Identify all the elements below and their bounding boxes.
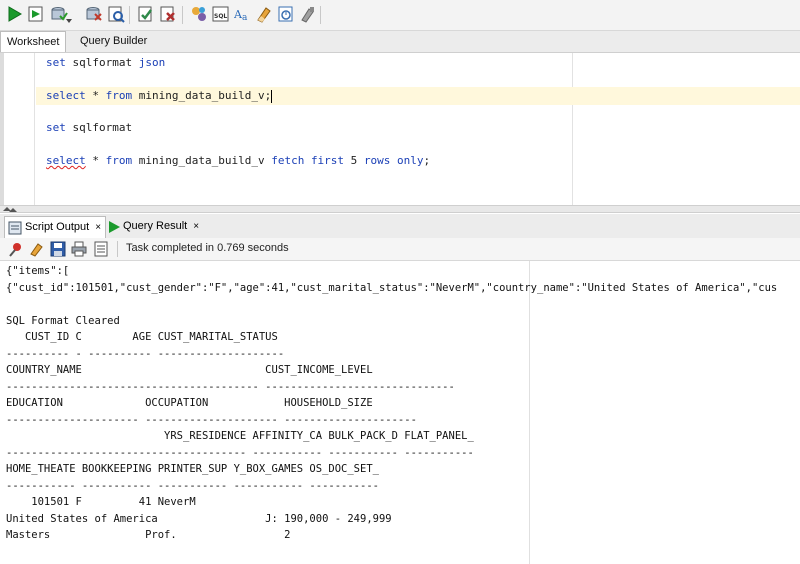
close-icon[interactable]: × [193, 221, 199, 232]
output-line: ---------- - ---------- ----------------… [6, 347, 285, 360]
tab-query-builder[interactable]: Query Builder [74, 31, 153, 51]
output-line: ----------- ----------- ----------- ----… [6, 479, 379, 492]
svg-text:a: a [242, 13, 248, 23]
print-icon[interactable] [71, 241, 87, 257]
output-line: -------------------------------------- -… [6, 446, 474, 459]
output-line: COUNTRY_NAME CUST_INCOME_LEVEL [6, 364, 373, 376]
code-text: * [85, 89, 106, 102]
output-line: 101501 F 41 NeverM [6, 496, 196, 508]
autotrace-icon[interactable] [137, 5, 155, 23]
pin-icon[interactable] [8, 241, 24, 257]
eraser-icon[interactable] [29, 241, 45, 257]
highlight-icon[interactable] [299, 5, 317, 23]
save-icon[interactable] [50, 241, 66, 257]
keyword: from [105, 154, 133, 167]
run-statement-icon[interactable] [6, 5, 24, 23]
output-line: {"cust_id":101501,"cust_gender":"F","age… [6, 281, 778, 294]
output-line: Masters Prof. 2 [6, 529, 291, 541]
main-toolbar: SQL Aa [0, 0, 800, 31]
code-text: 5 [344, 154, 364, 167]
text-cursor [271, 89, 273, 103]
code-text: mining_data_build_v [132, 154, 272, 167]
code-line-2[interactable]: select * from mining_data_build_v; [46, 88, 273, 104]
code-line-3[interactable]: set sqlformat [46, 120, 132, 136]
eraser-icon[interactable] [255, 5, 273, 23]
to-upper-icon[interactable]: Aa [233, 5, 252, 23]
output-line: SQL Format Cleared [6, 314, 120, 327]
code-text: sqlformat [65, 121, 133, 134]
tab-script-output[interactable]: Script Output × [4, 216, 107, 238]
tab-label: Script Output [25, 221, 90, 233]
sql-format-icon[interactable]: SQL [212, 5, 230, 23]
keyword: rows only [363, 154, 424, 167]
output-line: EDUCATION OCCUPATION HOUSEHOLD_SIZE [6, 397, 373, 409]
output-tab-bar: Script Output × Query Result × [0, 214, 800, 238]
history-icon[interactable] [277, 5, 295, 23]
keyword: select [46, 89, 86, 102]
tab-query-result[interactable]: Query Result × [103, 216, 203, 237]
tab-label: Query Result [123, 220, 188, 232]
rollback-icon[interactable] [85, 5, 103, 23]
code-text: ; [423, 154, 431, 167]
code-text: * [85, 154, 106, 167]
toolbar-separator [129, 6, 130, 24]
run-icon [109, 221, 120, 233]
code-line-4[interactable]: select * from mining_data_build_v fetch … [46, 153, 430, 169]
code-text: mining_data_build_v; [132, 89, 272, 102]
dropdown-arrow-icon[interactable] [66, 9, 72, 23]
keyword: from [105, 89, 133, 102]
worksheet-tab-bar: Worksheet Query Builder [0, 31, 800, 53]
output-line: {"items":[ [6, 265, 70, 277]
code-line-1[interactable]: set sqlformat json [46, 55, 165, 71]
output-line: CUST_ID C AGE CUST_MARITAL_STATUS [6, 331, 278, 343]
script-output-icon [8, 221, 22, 235]
explain-plan-icon[interactable] [107, 5, 125, 23]
code-text: sqlformat [65, 56, 139, 69]
keyword: fetch first [271, 154, 345, 167]
clear-icon[interactable] [159, 5, 177, 23]
sql-editor[interactable]: set sqlformat json select * from mining_… [0, 53, 800, 205]
output-column-guide [529, 261, 530, 564]
keyword: json [138, 56, 166, 69]
output-line: ----------------------------------------… [6, 380, 455, 393]
keyword: set [46, 121, 66, 134]
tab-worksheet[interactable]: Worksheet [0, 31, 67, 52]
output-line: YRS_RESIDENCE AFFINITY_CA BULK_PACK_D FL… [6, 430, 474, 442]
output-line: United States of America J: 190,000 - 24… [6, 512, 392, 525]
output-toolbar: Task completed in 0.769 seconds [0, 238, 800, 261]
script-output-pane[interactable]: {"items":[ {"cust_id":101501,"cust_gender… [0, 261, 800, 564]
run-script-icon[interactable] [27, 5, 45, 23]
panel-splitter[interactable] [0, 205, 800, 213]
keyword: select [46, 154, 86, 167]
sql-tuning-icon[interactable] [190, 5, 208, 23]
toolbar-separator [117, 241, 118, 257]
task-status-text: Task completed in 0.769 seconds [126, 242, 289, 254]
collapse-arrows-icon[interactable] [2, 206, 18, 214]
close-icon[interactable]: × [95, 222, 101, 233]
svg-text:SQL: SQL [214, 13, 227, 20]
output-line: HOME_THEATE BOOKKEEPING PRINTER_SUP Y_BO… [6, 463, 379, 475]
output-line: --------------------- ------------------… [6, 413, 417, 426]
toolbar-separator [182, 6, 183, 24]
keyword: set [46, 56, 66, 69]
toolbar-separator [320, 6, 321, 24]
editor-gutter-line [34, 53, 35, 205]
editor-right-margin [572, 53, 573, 205]
buffer-size-icon[interactable] [93, 241, 109, 257]
